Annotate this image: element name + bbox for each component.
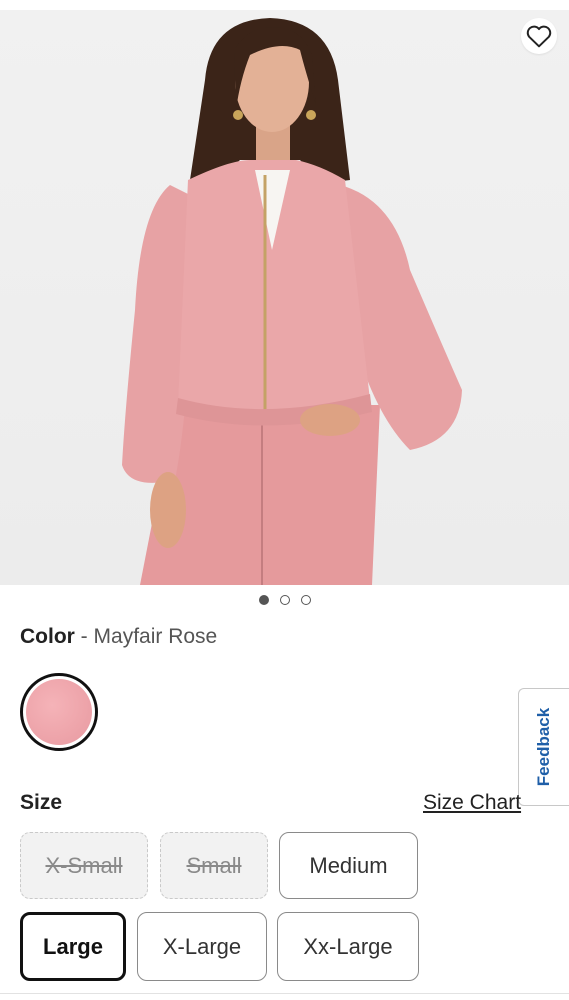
carousel-dot-2[interactable] — [279, 595, 290, 605]
carousel-dot-3[interactable] — [300, 595, 311, 605]
swatch-fill — [26, 679, 92, 745]
size-option-medium[interactable]: Medium — [279, 832, 418, 899]
size-option-x-large[interactable]: X-Large — [137, 912, 267, 981]
model-photo — [122, 18, 462, 585]
color-heading: Color - Mayfair Rose — [20, 625, 217, 649]
color-value: Mayfair Rose — [93, 625, 218, 648]
heart-outline-icon — [526, 25, 552, 48]
product-image[interactable] — [0, 10, 569, 585]
divider — [0, 993, 569, 994]
size-chart-link[interactable]: Size Chart — [423, 791, 521, 815]
carousel-dot-1[interactable] — [258, 595, 269, 605]
size-option-large[interactable]: Large — [20, 912, 126, 981]
carousel-dots — [0, 595, 569, 605]
feedback-label: Feedback — [534, 707, 553, 787]
feedback-tab[interactable]: Feedback — [518, 688, 569, 806]
size-option-small[interactable]: Small — [160, 832, 268, 899]
color-label: Color — [20, 625, 75, 648]
size-label: Size — [20, 791, 63, 814]
favorite-button[interactable] — [521, 18, 557, 54]
size-option-x-small[interactable]: X-Small — [20, 832, 148, 899]
color-swatch-mayfair-rose[interactable] — [20, 673, 98, 751]
size-option-xx-large[interactable]: Xx-Large — [277, 912, 419, 981]
color-separator: - — [80, 625, 88, 648]
